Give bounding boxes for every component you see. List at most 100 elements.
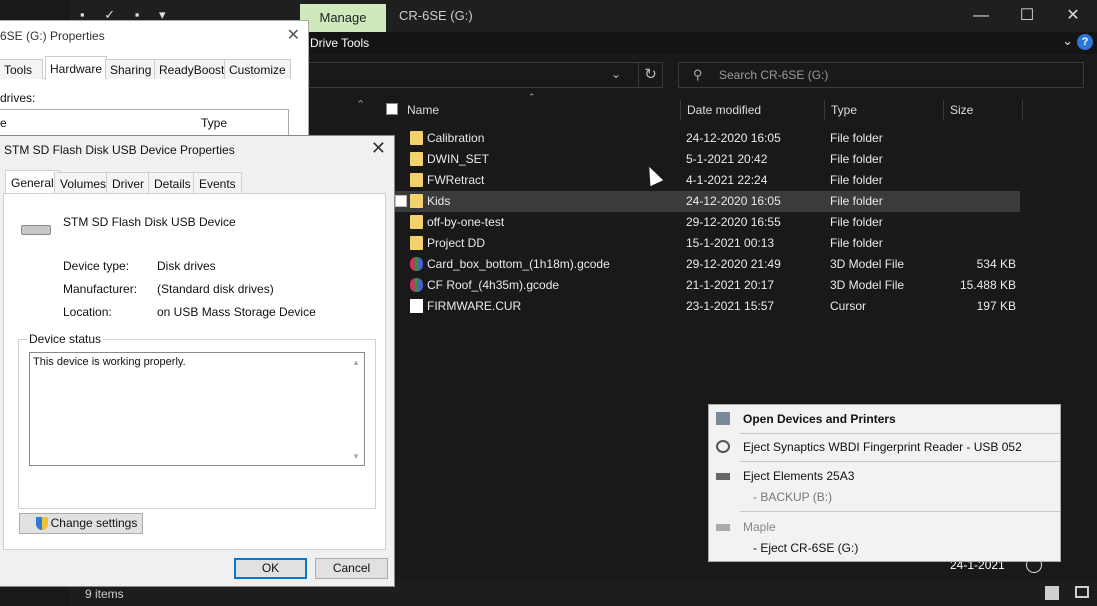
search-box[interactable]: ⚲ Search CR-6SE (G:) <box>678 62 1084 88</box>
file-row[interactable]: Kids 24-12-2020 16:05 File folder <box>390 191 1020 212</box>
device-status-legend: Device status <box>27 332 104 346</box>
device-status-textbox[interactable]: This device is working properly. ▲ ▼ <box>29 352 365 466</box>
file-type: 3D Model File <box>830 278 905 292</box>
file-name[interactable]: Kids <box>427 194 450 208</box>
file-row[interactable]: Calibration 24-12-2020 16:05 File folder <box>390 128 1020 149</box>
eject-flyout-menu: Open Devices and Printers Eject Synaptic… <box>708 404 1061 562</box>
file-row[interactable]: Project DD 15-1-2021 00:13 File folder <box>390 233 1020 254</box>
uac-shield-icon <box>36 517 48 530</box>
file-name[interactable]: FIRMWARE.CUR <box>427 299 521 313</box>
eject-cr6se[interactable]: - Eject CR-6SE (G:) <box>709 538 1060 560</box>
file-size: 197 KB <box>976 299 1016 313</box>
device-name: STM SD Flash Disk USB Device <box>63 215 236 229</box>
folder-icon <box>410 131 423 145</box>
file-row[interactable]: DWIN_SET 5-1-2021 20:42 File folder <box>390 149 1020 170</box>
column-header-name[interactable]: e <box>0 116 7 130</box>
gcode-file-icon <box>410 278 423 292</box>
large-icons-view-icon[interactable] <box>1075 586 1089 598</box>
file-row[interactable]: CF Roof_(4h35m).gcode 21-1-2021 20:17 3D M… <box>390 275 1020 296</box>
manufacturer-label: Manufacturer: <box>63 282 138 296</box>
maximize-button[interactable]: ☐ <box>1004 4 1050 28</box>
cancel-button[interactable]: Cancel <box>315 558 388 579</box>
separator <box>740 511 1060 512</box>
column-header-type[interactable]: Type <box>824 100 944 120</box>
file-type: File folder <box>830 131 883 145</box>
tab-general[interactable]: General <box>5 170 60 194</box>
column-header-type[interactable]: Type <box>201 116 227 130</box>
window-title: CR-6SE (G:) <box>399 8 473 23</box>
tab-customize[interactable]: Customize <box>224 59 291 79</box>
file-date: 29-12-2020 16:55 <box>686 215 781 229</box>
file-type: File folder <box>830 236 883 250</box>
close-icon[interactable]: ✕ <box>371 138 386 159</box>
tab-details[interactable]: Details <box>148 172 197 193</box>
device-status-group: Device status This device is working pro… <box>18 332 376 509</box>
ok-button[interactable]: OK <box>234 558 307 579</box>
chevron-down-icon[interactable]: ⌄ <box>611 67 621 81</box>
drives-label: drives: <box>0 91 36 105</box>
column-header-size[interactable]: Size <box>943 100 1023 120</box>
eject-fingerprint-reader[interactable]: Eject Synaptics WBDI Fingerprint Reader … <box>709 436 1060 458</box>
collapse-arrow-icon[interactable]: ⌃ <box>356 98 365 111</box>
tab-driver[interactable]: Driver <box>106 172 150 193</box>
help-icon[interactable]: ? <box>1077 34 1093 50</box>
file-row[interactable]: FWRetract 4-1-2021 22:24 File folder <box>390 170 1020 191</box>
tab-events[interactable]: Events <box>193 172 242 193</box>
search-input[interactable]: Search CR-6SE (G:) <box>719 68 828 82</box>
chevron-down-icon[interactable]: ⌄ <box>1062 33 1073 49</box>
tab-hardware[interactable]: Hardware <box>45 56 108 80</box>
separator <box>740 461 1060 462</box>
eject-elements[interactable]: Eject Elements 25A3 <box>709 465 1060 487</box>
scroll-up-icon[interactable]: ▲ <box>352 358 360 367</box>
file-name[interactable]: off-by-one-test <box>427 215 504 229</box>
general-tab-panel: STM SD Flash Disk USB Device Device type… <box>3 193 386 550</box>
file-type: Cursor <box>830 299 867 313</box>
row-checkbox[interactable] <box>395 195 407 207</box>
details-view-icon[interactable] <box>1045 586 1059 600</box>
close-button[interactable]: ✕ <box>1050 4 1096 28</box>
minimize-button[interactable]: — <box>958 4 1004 28</box>
file-date: 15-1-2021 00:13 <box>686 236 775 250</box>
drive-tools-tab[interactable]: Drive Tools <box>310 36 369 50</box>
location-value: on USB Mass Storage Device <box>157 305 316 319</box>
file-name[interactable]: DWIN_SET <box>427 152 489 166</box>
change-settings-button[interactable]: Change settings <box>19 513 143 534</box>
maple-device: Maple <box>709 516 1060 538</box>
select-all-checkbox[interactable] <box>386 103 398 115</box>
drive-icon <box>716 524 730 531</box>
file-name[interactable]: Card_box_bottom_(1h18m).gcode <box>427 257 610 271</box>
device-type-label: Device type: <box>63 259 130 273</box>
gcode-file-icon <box>410 257 423 271</box>
file-date: 24-12-2020 16:05 <box>686 131 781 145</box>
separator <box>740 433 1060 434</box>
device-type-value: Disk drives <box>157 259 216 273</box>
refresh-icon[interactable]: ↻ <box>638 62 662 88</box>
tab-sharing[interactable]: Sharing <box>105 59 157 79</box>
scroll-down-icon[interactable]: ▼ <box>352 452 360 461</box>
file-date: 29-12-2020 21:49 <box>686 257 781 271</box>
file-icon <box>410 299 423 313</box>
drive-icon <box>716 473 730 480</box>
file-date: 21-1-2021 20:17 <box>686 278 775 292</box>
file-row[interactable]: Card_box_bottom_(1h18m).gcode 29-12-2020 … <box>390 254 1020 275</box>
open-devices-and-printers[interactable]: Open Devices and Printers <box>709 408 1060 430</box>
file-name[interactable]: Calibration <box>427 131 484 145</box>
devices-printers-icon <box>716 412 730 425</box>
tab-volumes[interactable]: Volumes <box>54 172 113 193</box>
tab-readyboost[interactable]: ReadyBoost <box>154 59 230 79</box>
file-date: 24-12-2020 16:05 <box>686 194 781 208</box>
device-status-text: This device is working properly. <box>33 356 186 368</box>
file-name[interactable]: CF Roof_(4h35m).gcode <box>427 278 559 292</box>
file-row[interactable]: FIRMWARE.CUR 23-1-2021 15:57 Cursor 197 KB <box>390 296 1020 317</box>
folder-icon <box>410 194 423 208</box>
usb-drive-icon <box>21 225 51 235</box>
column-header-date[interactable]: Date modified <box>680 100 824 120</box>
tab-tools[interactable]: Tools <box>0 59 43 79</box>
close-icon[interactable]: ✕ <box>287 25 300 45</box>
column-header-name[interactable]: Name <box>401 100 681 120</box>
file-row[interactable]: off-by-one-test 29-12-2020 16:55 File fold… <box>390 212 1020 233</box>
dialog-title: 6SE (G:) Properties <box>0 29 105 43</box>
file-name[interactable]: FWRetract <box>427 173 484 187</box>
file-name[interactable]: Project DD <box>427 236 485 250</box>
manage-tab[interactable]: Manage <box>300 4 386 32</box>
